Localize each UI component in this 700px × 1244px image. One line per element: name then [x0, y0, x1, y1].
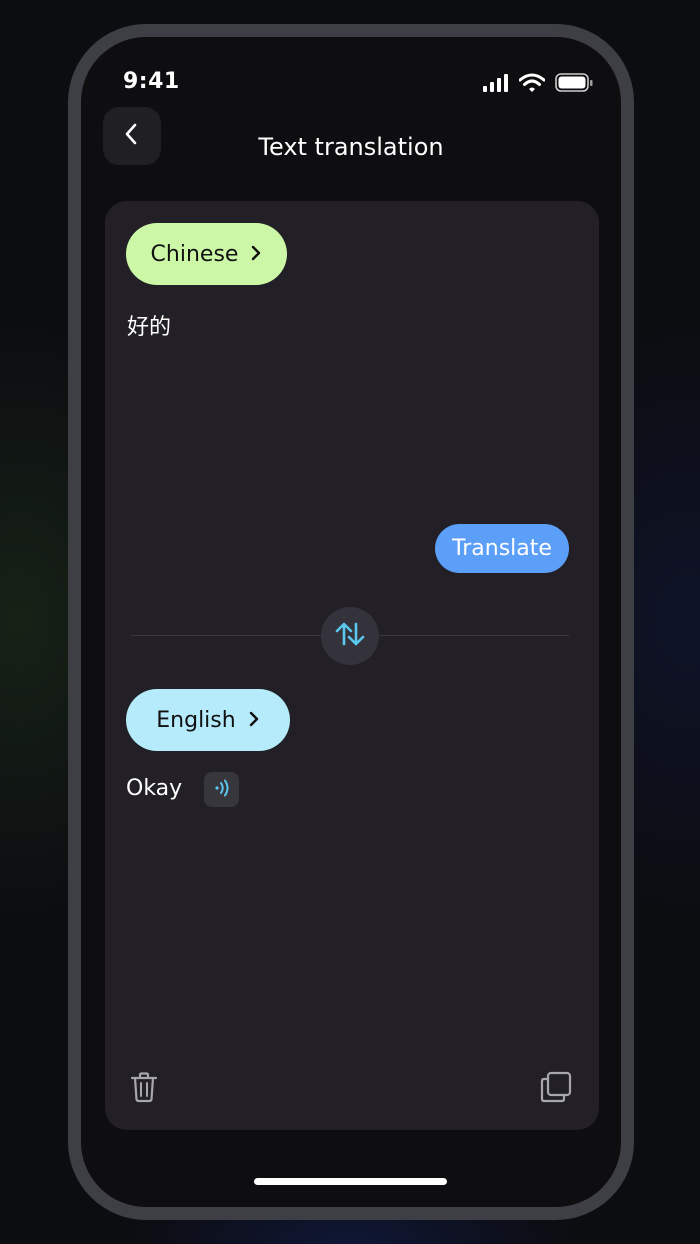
source-language-label: Chinese [150, 241, 239, 267]
phone-frame: 9:41 Text translation Chinese 好的 Transla… [68, 24, 634, 1220]
delete-button[interactable] [129, 1071, 159, 1107]
page-title: Text translation [258, 133, 444, 161]
wifi-icon [518, 73, 546, 97]
copy-button[interactable] [539, 1071, 573, 1107]
source-text-input[interactable]: 好的 [127, 309, 171, 341]
trash-icon [129, 1072, 159, 1107]
target-language-label: English [156, 707, 236, 733]
swap-languages-button[interactable] [321, 607, 379, 665]
battery-icon [555, 73, 593, 97]
source-language-selector[interactable]: Chinese [126, 223, 287, 285]
translation-card: Chinese 好的 Translate English Okay [105, 201, 599, 1130]
target-language-selector[interactable]: English [126, 689, 290, 751]
copy-icon [539, 1071, 573, 1107]
chevron-right-icon [250, 242, 262, 267]
chevron-right-icon [248, 708, 260, 733]
status-icons [483, 73, 593, 97]
speaker-icon [212, 778, 232, 802]
play-audio-button[interactable] [204, 772, 239, 807]
home-indicator[interactable] [254, 1178, 447, 1185]
translation-result: Okay [126, 776, 183, 801]
signal-icon [483, 74, 509, 96]
status-time: 9:41 [123, 69, 180, 94]
swap-vertical-icon [334, 620, 366, 652]
translate-button[interactable]: Translate [435, 524, 569, 573]
